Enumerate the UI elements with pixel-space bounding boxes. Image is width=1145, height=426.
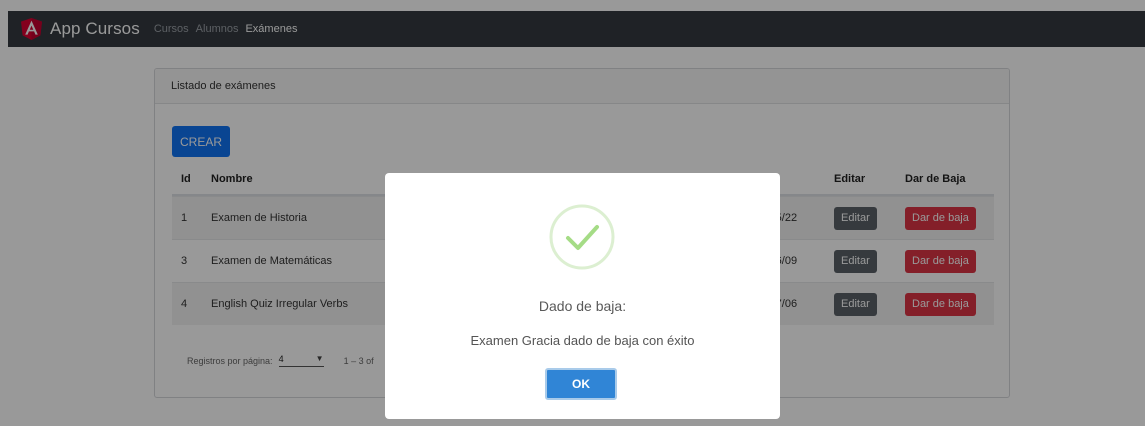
dialog-message: Examen Gracia dado de baja con éxito xyxy=(470,333,695,348)
ok-button[interactable]: OK xyxy=(545,368,617,400)
dialog-title: Dado de baja: xyxy=(538,298,627,314)
success-check-icon xyxy=(548,203,616,271)
success-dialog: Dado de baja: Examen Gracia dado de baja… xyxy=(385,173,780,419)
